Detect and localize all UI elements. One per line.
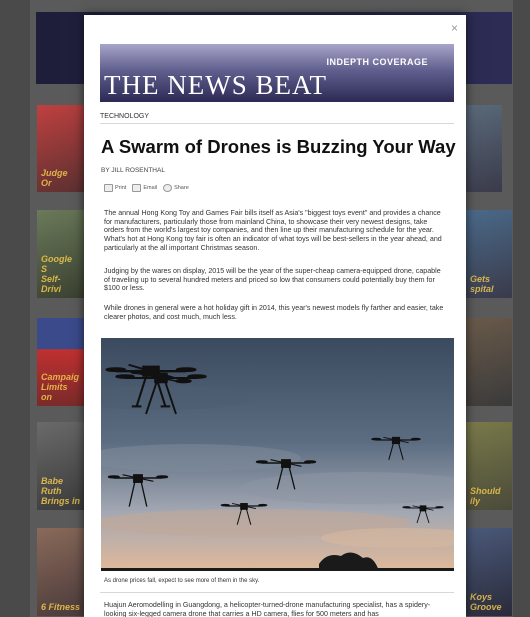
news-beat-banner: INDEPTH COVERAGE THE NEWS BEAT [100,44,454,102]
background-tile[interactable]: 6 Fitness [37,528,84,616]
background-tile-caption: Should ily [470,486,501,506]
article-modal: × INDEPTH COVERAGE THE NEWS BEAT TECHNOL… [84,15,466,617]
background-tile-caption: Koys Groove [470,592,502,612]
email-button[interactable]: Email [132,184,157,192]
background-tile-caption: Google S Self-Drivi [41,254,72,294]
background-tile[interactable]: Google S Self-Drivi [37,210,84,298]
background-tile[interactable]: Campaig Limits on [37,318,84,406]
article-headline: A Swarm of Drones is Buzzing Your Way [101,136,456,157]
background-tile[interactable]: Babe Ruth Brings in [37,422,84,510]
article-paragraph: The annual Hong Kong Toy and Games Fair … [104,209,442,252]
background-tile-caption: Gets spital [470,274,494,294]
photo-caption: As drone prices fall, expect to see more… [104,578,260,584]
share-toolbar: Print Email Share [104,184,189,192]
article-paragraph: While drones in general were a hot holid… [104,304,444,321]
share-button[interactable]: Share [163,184,189,192]
background-tile[interactable] [466,318,512,406]
background-tile[interactable] [466,105,502,192]
share-icon [163,184,173,192]
background-tile-caption: Babe Ruth Brings in [41,476,81,506]
banner-title: THE NEWS BEAT [104,70,327,100]
article-byline: BY JILL ROSENTHAL [101,167,165,174]
close-icon[interactable]: × [451,21,458,35]
article-paragraph: Huajun Aeromodelling in Guangdong, a hel… [104,601,431,617]
section-divider [100,123,454,124]
background-tile[interactable]: Gets spital [466,210,512,298]
background-tile[interactable]: Should ily [466,422,512,510]
drone-swarm-image [101,338,454,571]
print-icon [104,184,113,192]
caption-divider [100,592,454,593]
email-icon [132,184,142,192]
background-tile[interactable]: Koys Groove [466,528,512,616]
drone-photo [101,338,454,571]
article-paragraph: Judging by the wares on display, 2015 wi… [104,267,441,293]
background-tile-caption: Judge Or [41,168,68,188]
background-tile-caption: Campaig Limits on [41,372,80,402]
background-tile-caption: 6 Fitness [41,602,81,612]
print-button[interactable]: Print [104,184,126,192]
banner-subtitle: INDEPTH COVERAGE [326,57,428,67]
section-label: TECHNOLOGY [100,113,150,120]
background-tile[interactable]: Judge Or [37,105,84,192]
